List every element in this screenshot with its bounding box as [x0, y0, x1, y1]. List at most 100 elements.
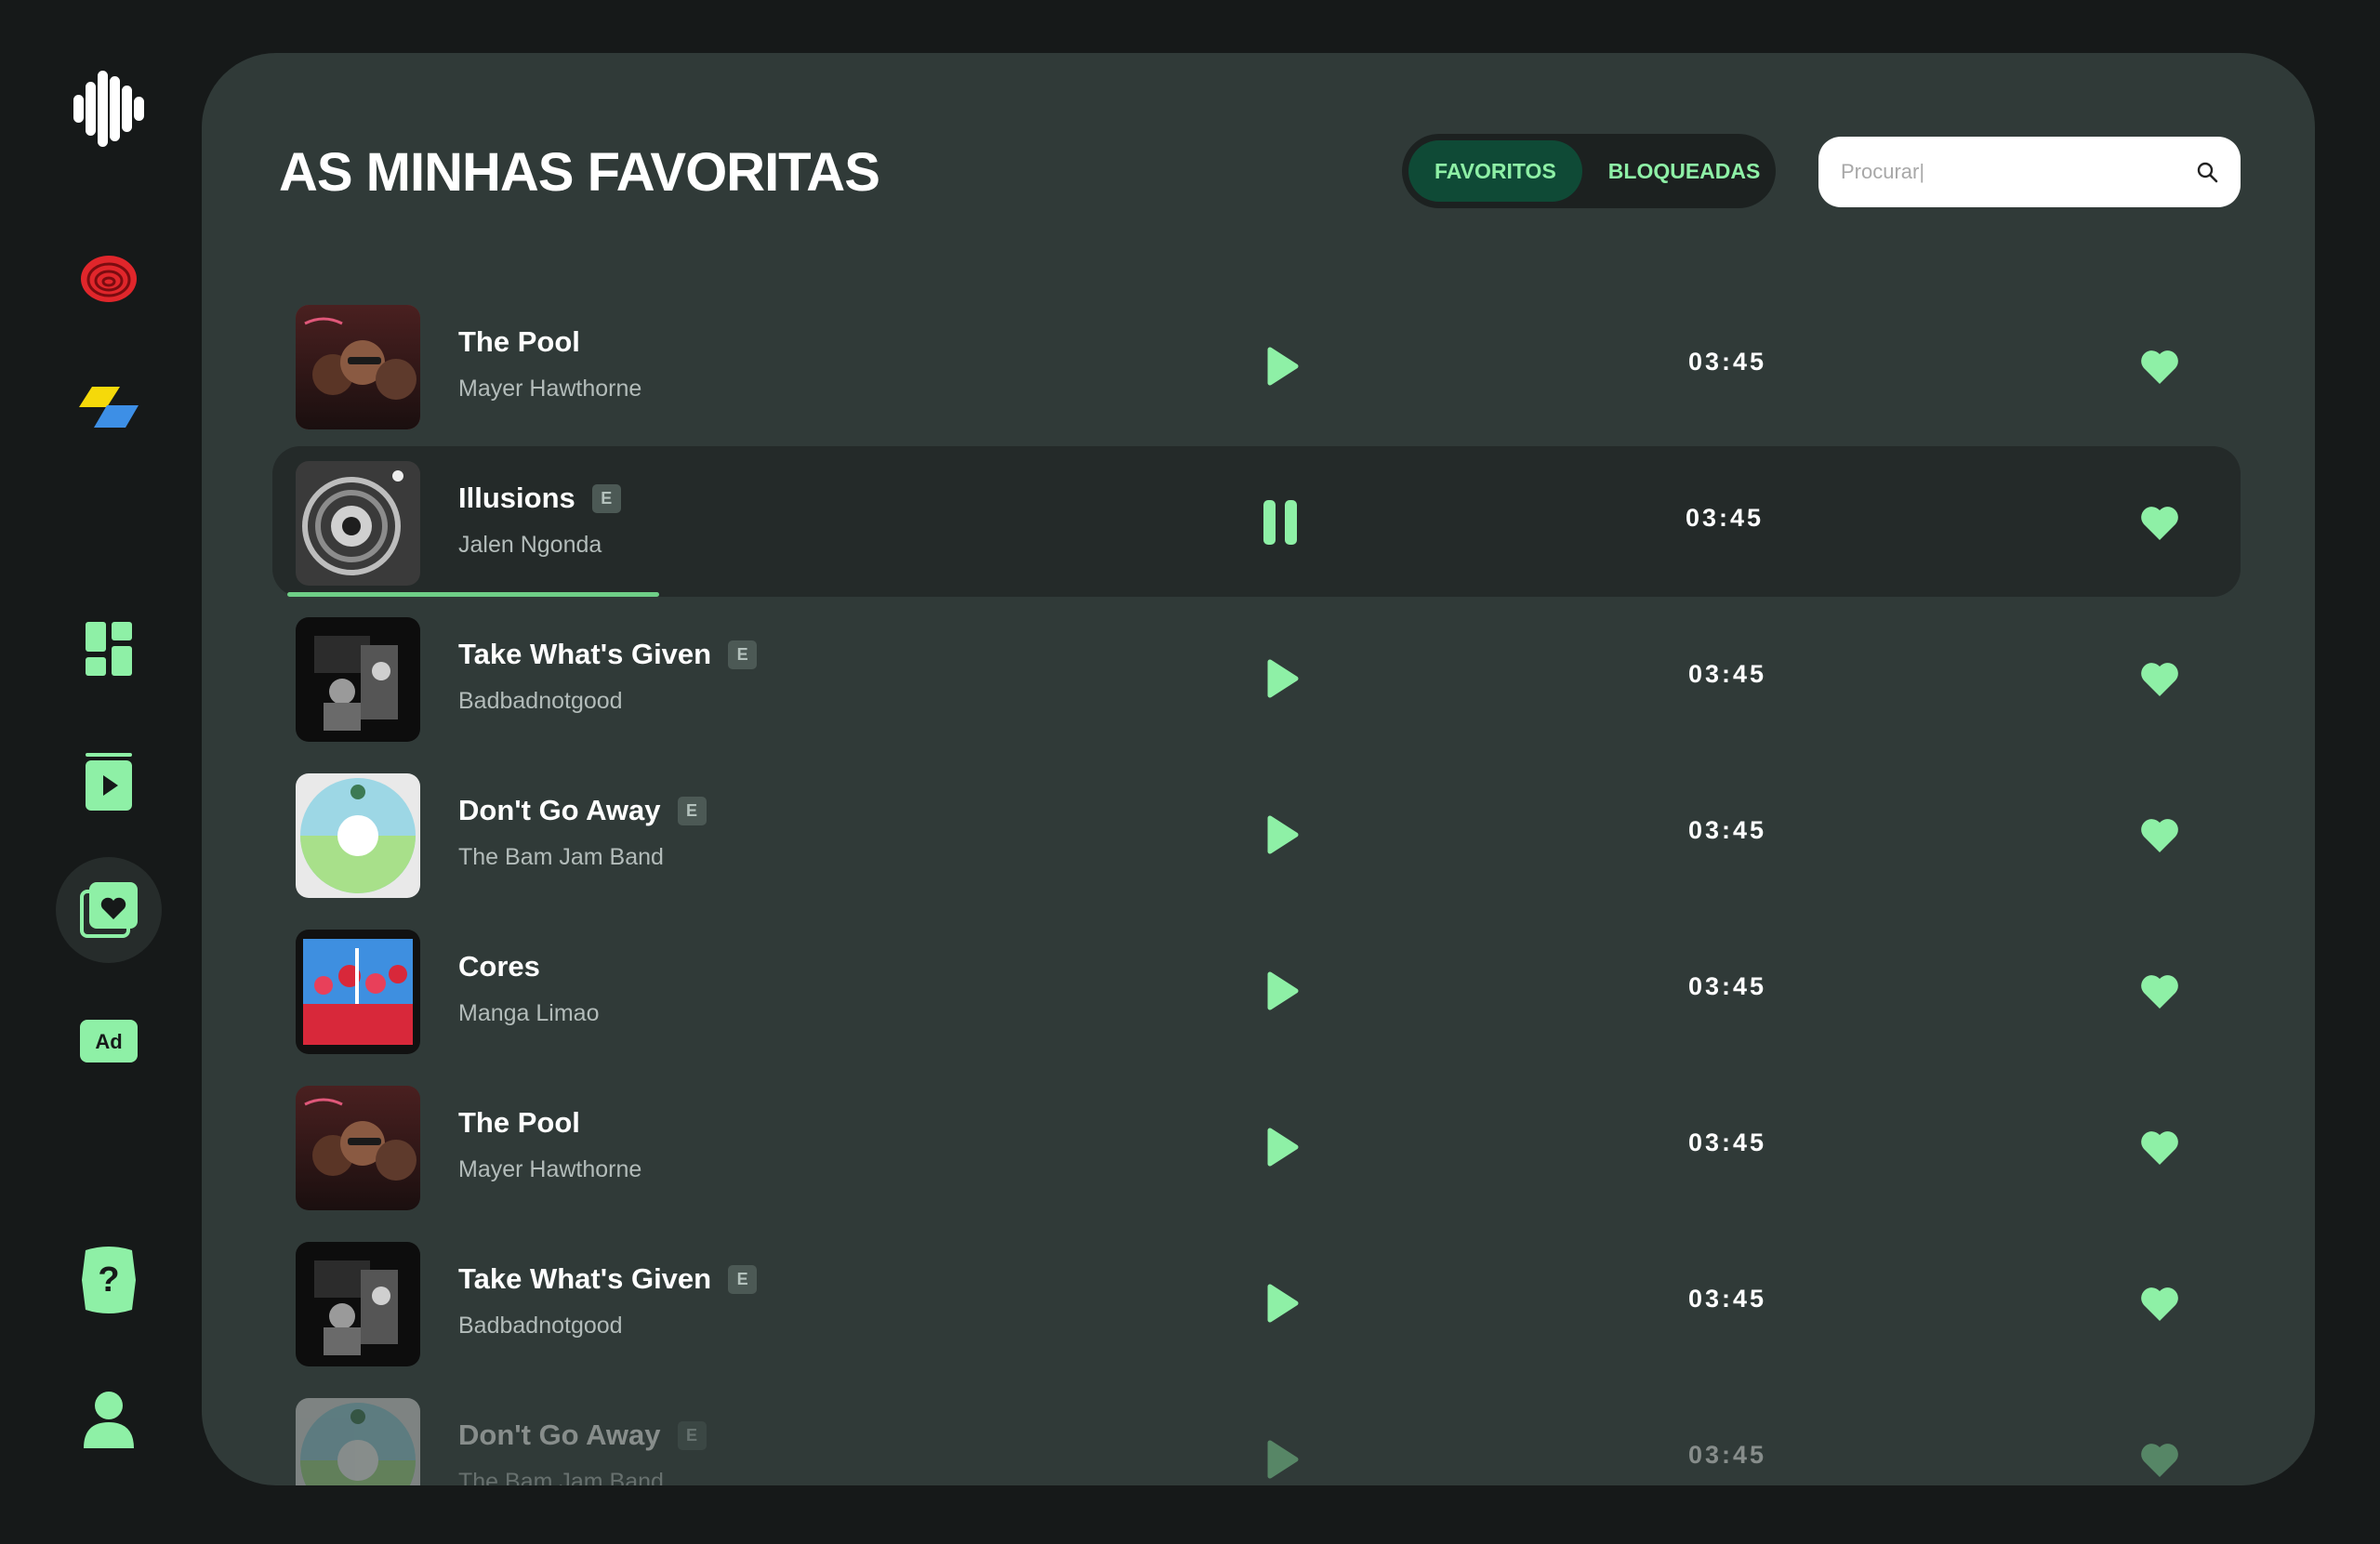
ad-label: Ad	[95, 1030, 122, 1053]
heart-library-icon	[80, 882, 138, 938]
track-artist: Mayer Hawthorne	[458, 1156, 642, 1182]
pause-icon	[1263, 500, 1297, 545]
track-duration: 03:45	[1687, 816, 1767, 844]
heart-icon	[2141, 507, 2178, 540]
like-button[interactable]	[2132, 497, 2188, 549]
track-duration: 03:45	[1687, 972, 1767, 1000]
sidebar-item-ads[interactable]: Ad	[56, 988, 162, 1094]
like-button[interactable]	[2132, 966, 2188, 1018]
explicit-badge: E	[677, 796, 707, 825]
search-box	[1818, 137, 2241, 207]
search-input[interactable]	[1841, 137, 2175, 207]
track-row[interactable]: The Pool Mayer Hawthorne 03:45	[272, 1071, 2241, 1221]
play-icon	[1267, 659, 1299, 698]
album-cover	[296, 773, 420, 898]
sidebar-item-favorites[interactable]	[56, 857, 162, 963]
tab-switcher: FAVORITOS BLOQUEADAS	[1402, 134, 1776, 208]
soundwave-logo-icon	[73, 71, 144, 147]
explicit-badge: E	[728, 640, 758, 669]
album-cover	[296, 930, 420, 1054]
track-duration: 03:45	[1687, 1285, 1767, 1313]
play-button[interactable]	[1255, 1119, 1311, 1175]
explicit-badge: E	[591, 483, 621, 513]
user-icon	[84, 1392, 134, 1448]
heart-icon	[2141, 1131, 2178, 1165]
track-title: Cores	[458, 950, 540, 983]
tab-bloqueadas[interactable]: BLOQUEADAS	[1582, 140, 1787, 202]
explicit-badge: E	[677, 1420, 707, 1450]
track-artist: Jalen Ngonda	[458, 532, 602, 558]
page-title: AS MINHAS FAVORITAS	[279, 142, 880, 203]
play-icon	[1267, 971, 1299, 1010]
track-duration: 03:45	[1687, 1128, 1767, 1156]
like-button[interactable]	[2132, 653, 2188, 706]
album-cover	[296, 617, 420, 742]
play-icon	[1267, 1284, 1299, 1323]
track-title: Don't Go Away E	[458, 794, 707, 827]
sidebar-item-profile[interactable]	[56, 1366, 162, 1472]
like-button[interactable]	[2132, 1278, 2188, 1330]
red-spiral-icon	[81, 256, 137, 302]
play-button[interactable]	[1255, 651, 1311, 706]
play-icon	[1267, 1128, 1299, 1167]
track-artist: The Bam Jam Band	[458, 1469, 664, 1485]
album-cover	[296, 1242, 420, 1366]
app-logo[interactable]	[56, 56, 162, 162]
tab-favoritos[interactable]: FAVORITOS	[1408, 140, 1582, 202]
play-screen-icon	[86, 753, 132, 811]
explicit-badge: E	[728, 1264, 758, 1294]
album-cover	[296, 305, 420, 429]
search-icon[interactable]	[2196, 161, 2218, 183]
question-icon: ?	[82, 1247, 136, 1313]
help-label: ?	[98, 1260, 119, 1300]
track-duration: 03:45	[1685, 504, 1765, 532]
like-button[interactable]	[2132, 1434, 2188, 1485]
track-title: Take What's Given E	[458, 1262, 758, 1296]
track-duration: 03:45	[1687, 1441, 1767, 1469]
like-button[interactable]	[2132, 1122, 2188, 1174]
track-duration: 03:45	[1687, 348, 1767, 376]
sidebar-item-dashboard[interactable]	[56, 596, 162, 702]
grid-icon	[86, 622, 132, 676]
track-title: Take What's Given E	[458, 638, 758, 671]
track-row[interactable]: Cores Manga Limao 03:45	[272, 915, 2241, 1065]
playback-progress-fill	[287, 592, 659, 597]
like-button[interactable]	[2132, 341, 2188, 393]
track-title: Illusions E	[458, 482, 621, 515]
play-button[interactable]	[1255, 1275, 1311, 1331]
track-row[interactable]: Take What's Given E Badbadnotgood 03:45	[272, 602, 2241, 753]
like-button[interactable]	[2132, 810, 2188, 862]
sidebar-item-help[interactable]: ?	[56, 1227, 162, 1333]
playback-progress[interactable]	[287, 592, 1031, 597]
favorites-panel: AS MINHAS FAVORITAS FAVORITOS BLOQUEADAS	[202, 53, 2315, 1485]
track-title: Don't Go Away E	[458, 1419, 707, 1452]
album-cover	[296, 1086, 420, 1210]
play-button[interactable]	[1255, 1432, 1311, 1485]
sidebar-item-player[interactable]	[56, 729, 162, 835]
album-cover	[296, 461, 420, 586]
track-row[interactable]: Don't Go Away E The Bam Jam Band 03:45	[272, 759, 2241, 909]
sidebar-item-colorful-app[interactable]	[56, 353, 162, 459]
track-row[interactable]: The Pool Mayer Hawthorne 03:45	[272, 290, 2241, 441]
heart-icon	[2141, 663, 2178, 696]
track-artist: Manga Limao	[458, 1000, 600, 1026]
heart-icon	[2141, 975, 2178, 1009]
track-title: The Pool	[458, 325, 580, 358]
heart-icon	[2141, 350, 2178, 384]
track-row-playing[interactable]: Illusions E Jalen Ngonda 03:45	[272, 446, 2241, 597]
track-row[interactable]: Take What's Given E Badbadnotgood 03:45	[272, 1227, 2241, 1378]
play-button[interactable]	[1255, 963, 1311, 1019]
track-artist: Mayer Hawthorne	[458, 376, 642, 402]
play-button[interactable]	[1255, 338, 1311, 394]
sidebar-item-red-app[interactable]	[56, 226, 162, 332]
track-artist: Badbadnotgood	[458, 688, 623, 714]
play-icon	[1267, 347, 1299, 386]
pause-button[interactable]	[1252, 495, 1308, 550]
play-button[interactable]	[1255, 807, 1311, 863]
ad-icon: Ad	[80, 1020, 138, 1062]
sidebar: Ad ?	[0, 0, 203, 1544]
track-row[interactable]: Don't Go Away E The Bam Jam Band 03:45	[272, 1383, 2241, 1485]
album-cover	[296, 1398, 420, 1485]
play-icon	[1267, 815, 1299, 854]
heart-icon	[2141, 819, 2178, 852]
